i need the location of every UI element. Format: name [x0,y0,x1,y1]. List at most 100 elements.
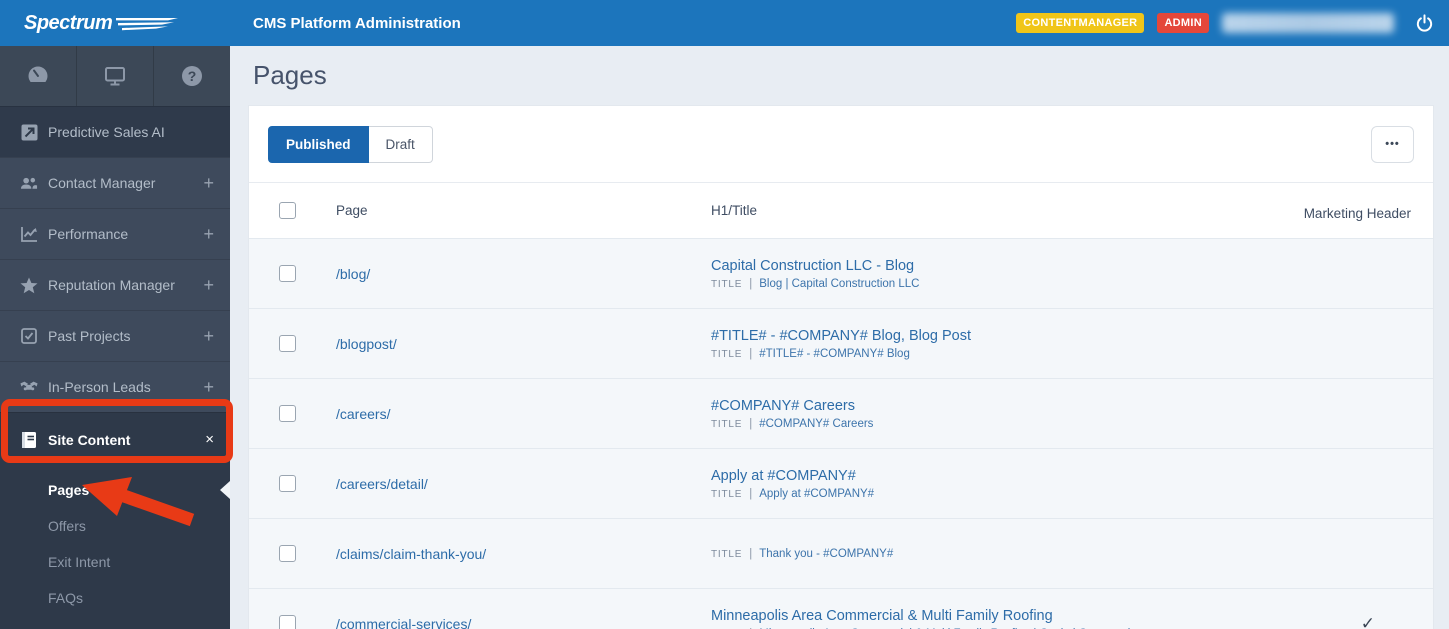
page-path-link[interactable]: /commercial-services/ [313,616,685,629]
handshake-icon [20,380,38,394]
row-checkbox[interactable] [279,265,296,282]
sidebar-item-contact-manager[interactable]: Contact Manager + [0,157,230,208]
draft-tab-button[interactable]: Draft [368,125,433,163]
main-content: Pages Published Draft ••• Page H1/Title … [230,46,1449,629]
table-header-row: Page H1/Title Marketing Header [249,183,1433,238]
sidebar: ? Predictive Sales AI Contact Manager + [0,46,230,629]
page-path-link[interactable]: /careers/detail/ [313,476,685,492]
sidebar-item-reputation-manager[interactable]: Reputation Manager + [0,259,230,310]
title-subtitle: TITLE | Apply at #COMPANY# [711,488,1253,500]
sidebar-item-label: Predictive Sales AI [48,124,165,140]
h1-title-cell: Minneapolis Area Commercial & Multi Fami… [685,595,1263,629]
row-checkbox[interactable] [279,405,296,422]
title-value: Apply at #COMPANY# [759,487,875,500]
monitor-icon[interactable] [77,46,154,106]
h1-link[interactable]: Apply at #COMPANY# [711,468,1253,484]
table-row: /blogpost/ #TITLE# - #COMPANY# Blog, Blo… [249,308,1433,378]
separator: | [749,417,753,430]
h1-link[interactable]: Minneapolis Area Commercial & Multi Fami… [711,608,1253,624]
title-value: #COMPANY# Careers [759,417,874,430]
row-checkbox[interactable] [279,615,296,629]
sidebar-item-label: Contact Manager [48,175,156,191]
sidebar-item-past-projects[interactable]: Past Projects + [0,310,230,361]
site-content-submenu: Pages Offers Exit Intent FAQs Website Ab… [0,466,230,629]
pages-table: Page H1/Title Marketing Header /blog/ Ca… [249,183,1433,629]
separator: | [749,347,753,360]
title-label: TITLE [711,278,743,290]
h1-title-cell: TITLE | Thank you - #COMPANY# [685,535,1263,573]
submenu-item-exit-intent[interactable]: Exit Intent [0,544,230,580]
help-icon[interactable]: ? [154,46,230,106]
page-path-link[interactable]: /blog/ [313,266,685,282]
select-all-checkbox[interactable] [279,202,296,219]
sidebar-item-label: Performance [48,226,129,242]
line-chart-icon [20,226,38,242]
row-checkbox[interactable] [279,545,296,562]
page-path-link[interactable]: /claims/claim-thank-you/ [313,546,685,562]
sidebar-item-performance[interactable]: Performance + [0,208,230,259]
h1-link[interactable]: #TITLE# - #COMPANY# Blog, Blog Post [711,328,1253,344]
top-bar-right: CONTENTMANAGER ADMIN [1016,12,1449,34]
app-title: CMS Platform Administration [253,14,461,32]
title-subtitle: TITLE | #COMPANY# Careers [711,418,1253,430]
expand-plus-icon[interactable]: + [203,377,214,398]
brand-swoosh-icon [116,18,179,31]
separator: | [749,487,753,500]
submenu-item-label: FAQs [48,590,84,606]
published-tab-button[interactable]: Published [268,125,369,163]
row-checkbox[interactable] [279,475,296,492]
logout-power-icon[interactable] [1413,12,1435,34]
checkbox-icon [20,328,38,344]
toolbar: Published Draft ••• [249,106,1433,183]
brand-name: Spectrum [24,11,113,34]
title-value: Thank you - #COMPANY# [759,547,894,560]
expand-plus-icon[interactable]: + [203,173,214,194]
submenu-item-label: Offers [48,518,86,534]
sidebar-item-label: Reputation Manager [48,277,175,293]
active-item-caret [220,481,230,499]
submenu-item-website-about[interactable]: Website About [0,616,230,629]
submenu-item-faqs[interactable]: FAQs [0,580,230,616]
more-options-button[interactable]: ••• [1371,125,1414,163]
table-row: /careers/ #COMPANY# Careers TITLE | #COM… [249,378,1433,448]
h1-title-cell: #TITLE# - #COMPANY# Blog, Blog Post TITL… [685,315,1263,373]
role-badge-admin: ADMIN [1157,13,1209,33]
title-label: TITLE [711,548,743,560]
title-value: Blog | Capital Construction LLC [759,277,920,290]
expand-plus-icon[interactable]: + [203,224,214,245]
collapse-close-icon[interactable]: × [205,431,214,448]
sidebar-icon-strip: ? [0,46,230,106]
top-bar: Spectrum CMS Platform Administration CON… [0,0,1449,46]
sidebar-item-in-person-leads[interactable]: In-Person Leads + [0,361,230,412]
expand-plus-icon[interactable]: + [203,326,214,347]
dashboard-gauge-icon[interactable] [0,46,77,106]
separator: | [749,547,753,560]
book-icon [20,431,38,449]
title-value: #TITLE# - #COMPANY# Blog [759,347,910,360]
sidebar-item-predictive-sales-ai[interactable]: Predictive Sales AI [0,106,230,157]
column-header-marketing-header: Marketing Header [1303,206,1411,221]
sidebar-item-site-content[interactable]: Site Content × [0,412,230,466]
page-path-link[interactable]: /blogpost/ [313,336,685,352]
title-label: TITLE [711,348,743,360]
table-row: /blog/ Capital Construction LLC - Blog T… [249,238,1433,308]
h1-link[interactable]: #COMPANY# Careers [711,398,1253,414]
submenu-item-pages[interactable]: Pages [0,472,230,508]
title-subtitle: TITLE | #TITLE# - #COMPANY# Blog [711,348,1253,360]
expand-plus-icon[interactable]: + [203,275,214,296]
users-icon [20,176,38,191]
title-label: TITLE [711,488,743,500]
h1-title-cell: Apply at #COMPANY# TITLE | Apply at #COM… [685,455,1263,513]
page-path-link[interactable]: /careers/ [313,406,685,422]
submenu-item-offers[interactable]: Offers [0,508,230,544]
column-header-h1-title: H1/Title [711,203,758,218]
page-title-bar: Pages [230,46,1449,105]
table-row: /claims/claim-thank-you/ TITLE | Thank y… [249,518,1433,588]
sidebar-item-label: In-Person Leads [48,379,151,395]
star-icon [20,277,38,294]
row-checkbox[interactable] [279,335,296,352]
h1-link[interactable]: Capital Construction LLC - Blog [711,258,1253,274]
h1-title-cell: Capital Construction LLC - Blog TITLE | … [685,245,1263,303]
status-filter-group: Published Draft [268,125,433,163]
sidebar-item-label: Site Content [48,431,131,448]
